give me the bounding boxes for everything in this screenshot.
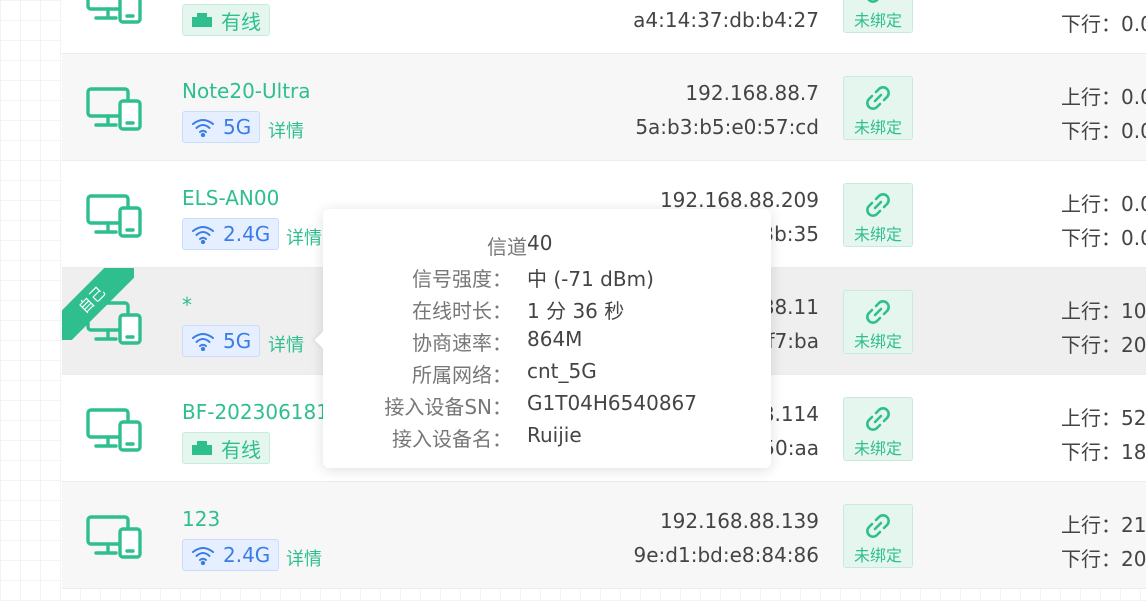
connection-badge: 有线 [182,432,270,464]
download-rate: 下行：0.0 [1061,12,1146,36]
download-rate: 下行：20 [1061,547,1146,571]
tooltip-value: 40 [527,231,553,255]
connection-badge: 5G [182,111,261,143]
self-tag: 自己 [62,268,134,340]
device-icon [86,87,142,131]
tooltip-label: 接入设备名： [392,427,512,451]
bind-label: 未绑定 [853,332,902,351]
detail-link[interactable]: 详情 [268,331,304,357]
link-icon [844,191,912,219]
tooltip-value: 1 分 36 秒 [527,299,625,323]
device-row: Note20-Ultra 5G 详情 192.168.88.7 5a:b3:b5… [62,54,1146,161]
tooltip-row: 接入设备名： Ruijie [323,423,771,455]
bind-button[interactable]: 未绑定 [843,0,913,33]
link-icon [844,405,912,433]
self-ribbon: 自己 [62,268,134,340]
bind-label: 未绑定 [853,225,902,244]
device-name[interactable]: ELS-AN00 [182,186,279,210]
bind-button[interactable]: 未绑定 [843,183,913,247]
ip-address: 192.168.88.139 [659,509,819,533]
detail-link[interactable]: 详情 [268,117,304,143]
link-icon [844,84,912,112]
device-name[interactable]: 123 [182,507,220,531]
mac-address: a4:14:37:db:b4:27 [633,8,819,32]
device-icon [86,515,142,559]
ethernet-icon [191,12,213,28]
mac-address: 9e:d1:bd:e8:84:86 [633,543,819,567]
tooltip-value: 864M [527,327,583,351]
connection-badge: 2.4G [182,218,280,250]
device-icon [86,408,142,452]
tooltip-row: 协商速率： 864M [323,327,771,359]
connection-label: 2.4G [223,222,271,246]
download-rate: 下行：18 [1061,440,1146,464]
download-rate: 下行：0.0 [1061,119,1146,143]
device-name[interactable]: * [182,293,192,317]
tooltip-row: 信道 40 [323,231,771,263]
tooltip-value: G1T04H6540867 [527,391,697,415]
bind-label: 未绑定 [853,439,902,458]
connection-label: 有线 [221,9,261,34]
tooltip-row: 所属网络： cnt_5G [323,359,771,391]
connection-label: 5G [223,329,252,353]
detail-link[interactable]: 详情 [286,224,322,250]
bind-label: 未绑定 [853,118,902,137]
device-icon [86,194,142,238]
detail-link[interactable]: 详情 [286,545,322,571]
device-row: 有线 a4:14:37:db:b4:27 未绑定 下行：0.0 [62,0,1146,54]
wifi-detail-tooltip: 信道 40 信号强度： 中 (-71 dBm) 在线时长： 1 分 36 秒 协… [314,209,771,468]
tooltip-label: 接入设备SN： [384,395,512,419]
link-icon [844,512,912,540]
bind-button[interactable]: 未绑定 [843,290,913,354]
device-row: 123 2.4G 详情 192.168.88.139 9e:d1:bd:e8:8… [62,482,1146,589]
device-name[interactable]: Note20-Ultra [182,79,311,103]
bind-label: 未绑定 [853,546,902,565]
link-icon [844,0,912,5]
mac-address: f7:ba [767,329,819,353]
link-icon [844,298,912,326]
bind-button[interactable]: 未绑定 [843,504,913,568]
wifi-icon [191,331,215,351]
tooltip-label: 信道 [487,235,527,259]
upload-rate: 上行：10 [1061,299,1146,323]
connection-label: 5G [223,115,252,139]
download-rate: 下行：0.0 [1061,226,1146,250]
connection-badge: 2.4G [182,539,280,571]
mac-address: 5a:b3:b5:e0:57:cd [635,115,819,139]
bind-label: 未绑定 [853,11,902,30]
connection-badge: 有线 [182,4,270,36]
tooltip-label: 在线时长： [412,299,512,323]
tooltip-row: 接入设备SN： G1T04H6540867 [323,391,771,423]
bind-button[interactable]: 未绑定 [843,76,913,140]
ip-address: 192.168.88.7 [685,81,819,105]
upload-rate: 上行：21 [1061,513,1146,537]
tooltip-value: 中 (-71 dBm) [527,267,654,291]
wifi-icon [191,117,215,137]
bind-button[interactable]: 未绑定 [843,397,913,461]
wifi-icon [191,545,215,565]
tooltip-row: 信号强度： 中 (-71 dBm) [323,263,771,295]
tooltip-row: 在线时长： 1 分 36 秒 [323,295,771,327]
connection-badge: 5G [182,325,261,357]
device-name[interactable]: BF-202306181 [182,400,329,424]
download-rate: 下行：20 [1061,333,1146,357]
device-icon [86,0,142,24]
tooltip-label: 信号强度： [412,267,512,291]
upload-rate: 上行：52 [1061,406,1146,430]
connection-label: 有线 [221,437,261,462]
upload-rate: 上行：0.0 [1061,85,1146,109]
tooltip-value: cnt_5G [527,359,597,383]
ethernet-icon [191,440,213,456]
tooltip-value: Ruijie [527,423,582,447]
tooltip-label: 所属网络： [412,363,512,387]
upload-rate: 上行：0.0 [1061,192,1146,216]
connection-label: 2.4G [223,543,271,567]
wifi-icon [191,224,215,244]
tooltip-label: 协商速率： [412,331,512,355]
